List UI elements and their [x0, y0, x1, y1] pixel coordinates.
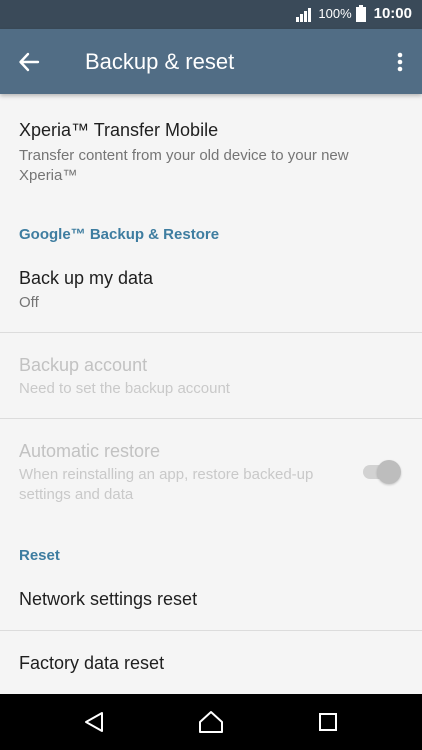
signal-icon [296, 6, 314, 22]
list-item-back-up-my-data[interactable]: Back up my data Off [0, 254, 422, 332]
nav-home-button[interactable] [197, 708, 225, 736]
automatic-restore-toggle[interactable] [361, 460, 401, 484]
list-item-title: Network settings reset [19, 589, 198, 609]
nav-back-button[interactable] [80, 708, 108, 736]
battery-percent: 100% [318, 6, 352, 21]
section-header-google: Google™ Backup & Restore [19, 226, 220, 243]
list-item-backup-account: Backup account Need to set the backup ac… [0, 333, 422, 418]
toggle-thumb [377, 460, 401, 484]
nav-recents-button[interactable] [314, 708, 342, 736]
list-item-subtitle: When reinstalling an app, restore backed… [19, 466, 314, 503]
list-item-title: Backup account [19, 355, 148, 375]
list-item-subtitle: Need to set the backup account [19, 380, 230, 397]
back-button[interactable] [14, 47, 44, 77]
settings-list[interactable]: ​ Xperia™ Transfer Mobile Transfer conte… [0, 94, 422, 694]
more-options-button[interactable] [392, 47, 408, 77]
app-bar: Backup & reset [0, 29, 422, 94]
battery-icon [355, 5, 366, 22]
list-item-factory-data-reset[interactable]: Factory data reset [0, 631, 422, 694]
square-recents-icon [319, 713, 337, 731]
list-item-subtitle: Transfer content from your old device to… [19, 147, 349, 184]
clock: 10:00 [373, 5, 412, 22]
list-item-automatic-restore: Automatic restore When reinstalling an a… [0, 419, 422, 524]
list-item-title: Xperia™ Transfer Mobile [19, 120, 219, 140]
list-item-subtitle: Off [19, 294, 39, 311]
status-bar: 100% 10:00 [0, 0, 422, 29]
list-item-title: Back up my data [19, 268, 154, 288]
section-header-reset: Reset [19, 547, 60, 564]
arrow-left-icon [19, 52, 40, 72]
page-title: Backup & reset [85, 49, 235, 74]
list-item-network-settings-reset[interactable]: Network settings reset [0, 567, 422, 630]
home-icon [199, 711, 223, 733]
list-item-title: Factory data reset [19, 653, 165, 673]
list-item-title: Automatic restore [19, 441, 161, 461]
more-vert-icon [397, 52, 403, 72]
list-item-xperia-transfer[interactable]: Xperia™ Transfer Mobile Transfer content… [0, 94, 422, 204]
navigation-bar [0, 694, 422, 750]
triangle-back-icon [85, 712, 103, 732]
